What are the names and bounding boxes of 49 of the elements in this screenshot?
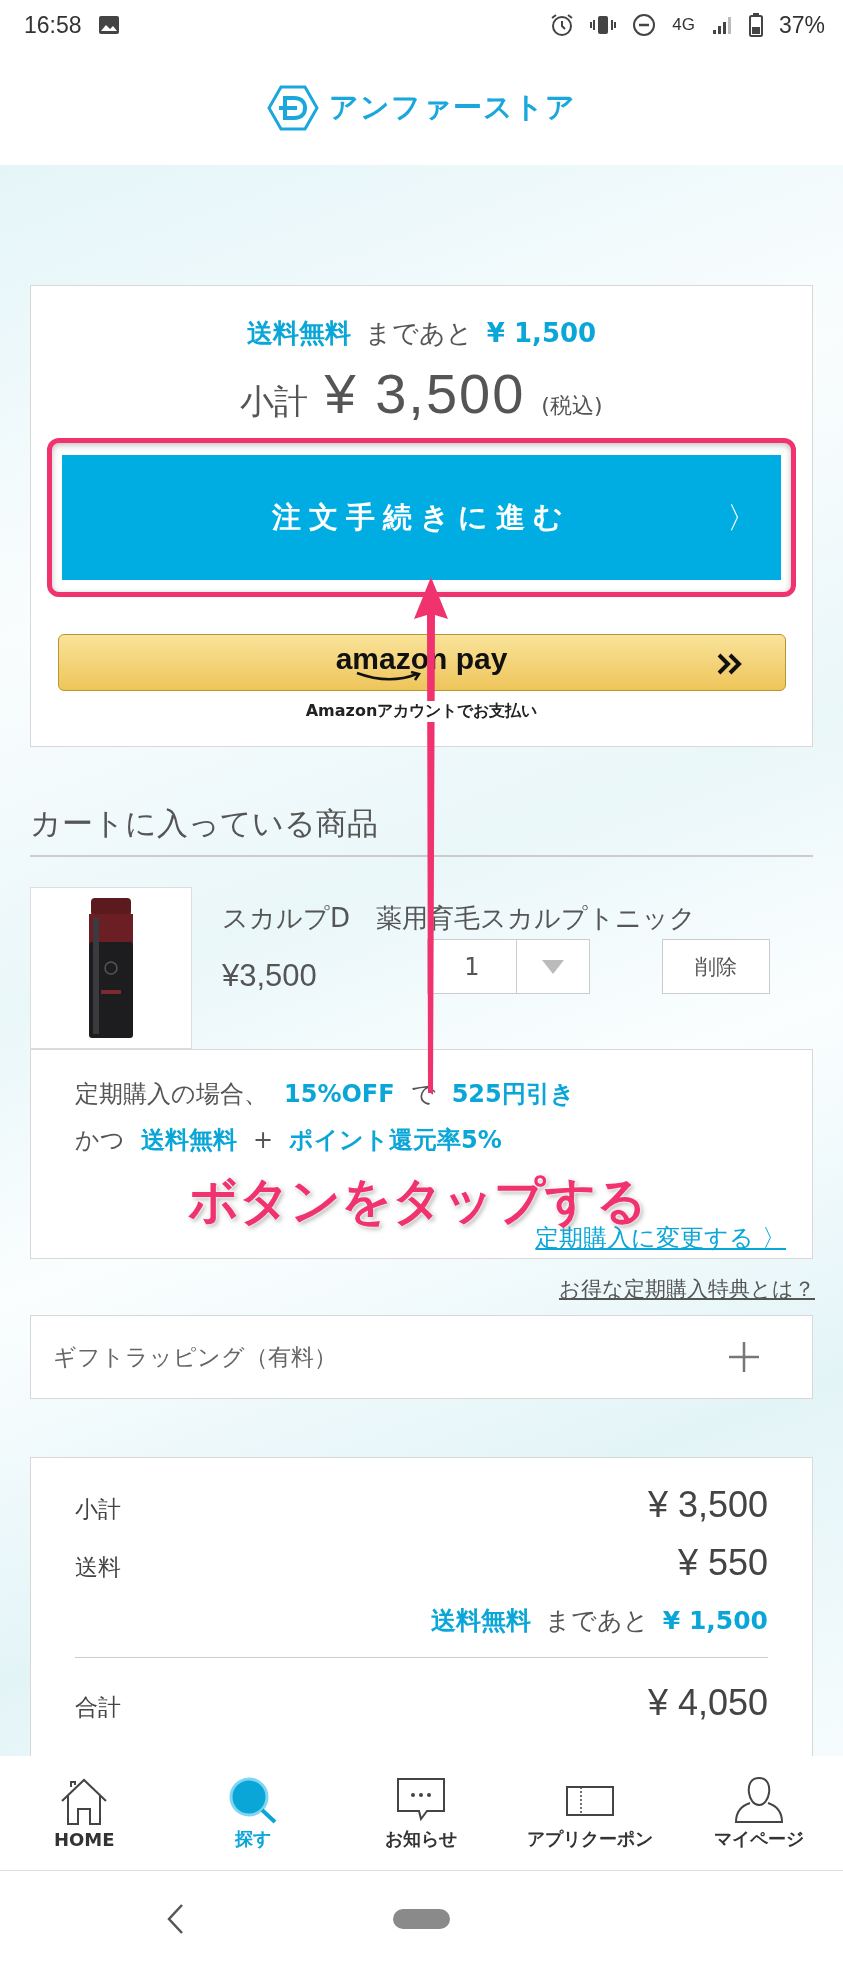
- free-shipping-text: まであと: [544, 1605, 649, 1637]
- free-shipping-text: ¥ 1,500: [486, 318, 597, 348]
- offer-text: 525円引き: [451, 1079, 575, 1110]
- double-chevron-icon: [716, 653, 743, 675]
- gift-wrapping-label: ギフトラッピング（有料）: [53, 1342, 337, 1372]
- total-amount: ¥ 4,050: [647, 1682, 768, 1724]
- hexagon-logo-icon: [267, 84, 319, 131]
- totals-amount: ¥ 3,500: [647, 1484, 768, 1526]
- free-shipping-text: 送料無料: [430, 1605, 531, 1637]
- nav-tab[interactable]: マイページ: [674, 1756, 843, 1870]
- subtotal-amount: ¥ 3,500: [324, 361, 526, 426]
- clock-time: 16:58: [24, 11, 82, 39]
- totals-label: 小計: [75, 1495, 121, 1524]
- offer-text: 送料無料: [141, 1125, 237, 1156]
- image-icon: [97, 15, 120, 35]
- alarm-icon: [550, 13, 575, 37]
- offer-text: かつ: [75, 1125, 125, 1156]
- back-icon[interactable]: [166, 1903, 184, 1935]
- product-price: ¥3,500: [222, 958, 318, 994]
- battery-icon: [748, 13, 763, 37]
- nav-tab[interactable]: アプリクーポン: [505, 1756, 675, 1870]
- quantity-select[interactable]: 1: [427, 939, 590, 994]
- tax-note: (税込): [541, 392, 603, 420]
- free-shipping-text: 送料無料: [246, 317, 351, 350]
- free-shipping-text: ¥ 1,500: [662, 1606, 768, 1635]
- offer-text: ポイント還元率5%: [289, 1125, 502, 1156]
- subscription-benefits-link[interactable]: お得な定期購入特典とは？: [559, 1275, 815, 1303]
- do-not-disturb-icon: [632, 13, 657, 37]
- nav-tab[interactable]: HOME: [0, 1756, 169, 1870]
- amazon-pay-caption: Amazonアカウントでお支払い: [303, 701, 540, 722]
- signal-icon: [710, 14, 733, 36]
- offer-text: 定期購入の場合、: [75, 1079, 268, 1110]
- subtotal-label: 小計: [240, 380, 309, 423]
- offer-text: +: [253, 1126, 274, 1154]
- dropdown-arrow-icon: [542, 959, 564, 974]
- vibrate-icon: [590, 14, 617, 36]
- total-label: 合計: [75, 1693, 121, 1722]
- totals-amount: ¥ 550: [677, 1542, 768, 1584]
- nav-tab[interactable]: お知らせ: [337, 1756, 506, 1870]
- free-shipping-text: まであと: [364, 317, 473, 350]
- user-icon: [732, 1775, 785, 1825]
- delete-button[interactable]: 削除: [662, 939, 770, 994]
- totals-label: 送料: [75, 1553, 121, 1582]
- store-logo-text: アンファーストア: [329, 88, 576, 126]
- offer-text: 15%OFF: [284, 1080, 395, 1108]
- gift-wrapping-row[interactable]: ギフトラッピング（有料）: [30, 1315, 813, 1399]
- home-pill[interactable]: [393, 1909, 450, 1929]
- network-type: 4G: [672, 15, 695, 35]
- battery-percent: 37%: [778, 11, 825, 39]
